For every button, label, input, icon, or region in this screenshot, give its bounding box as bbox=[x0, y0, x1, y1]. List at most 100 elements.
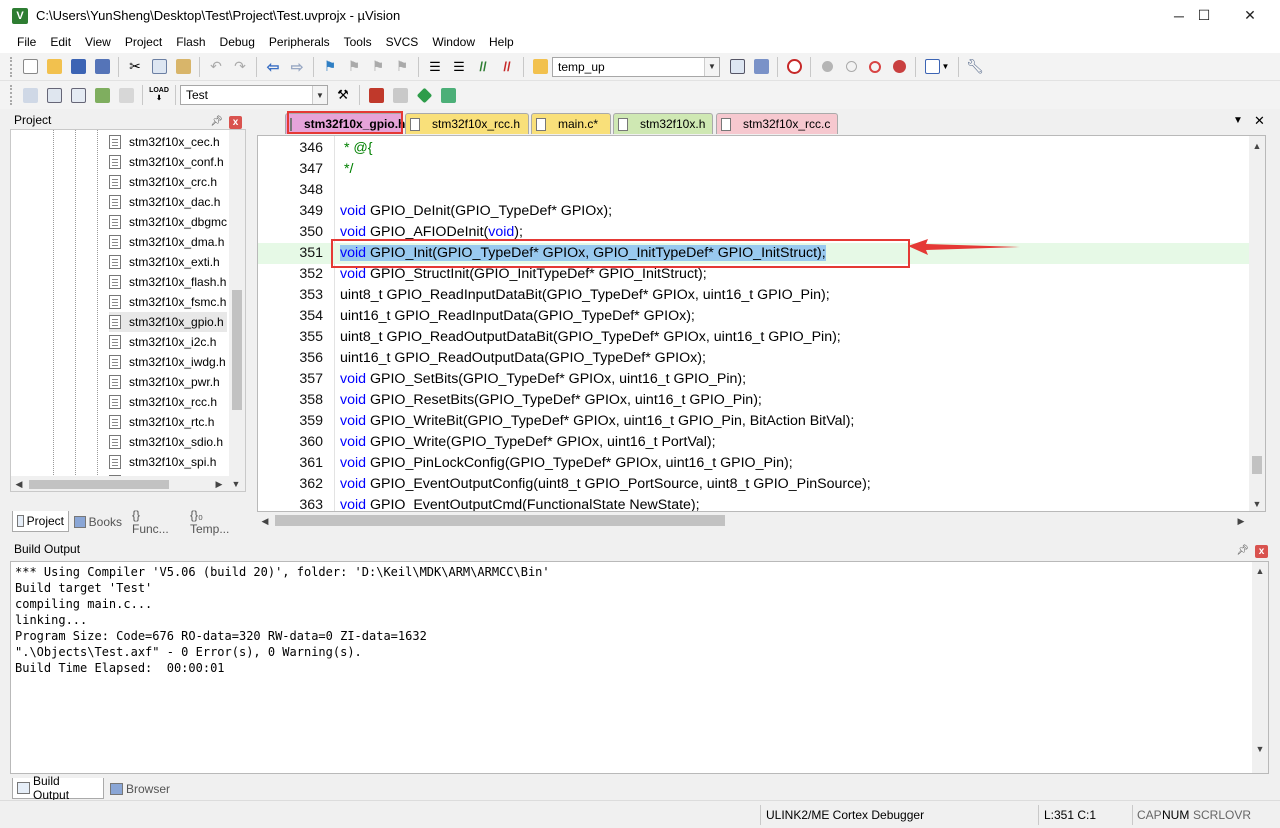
indent-button[interactable]: ☰ bbox=[424, 56, 446, 78]
window-layout-button[interactable]: ▼ bbox=[921, 56, 953, 78]
menu-svcs[interactable]: SVCS bbox=[379, 31, 426, 53]
scroll-down-icon[interactable]: ▼ bbox=[1249, 497, 1265, 511]
build-button[interactable] bbox=[43, 84, 65, 106]
chevron-down-icon[interactable]: ▼ bbox=[704, 57, 719, 76]
tab-build-output[interactable]: Build Output bbox=[12, 774, 104, 802]
tree-item-file[interactable]: stm32f10x_exti.h bbox=[109, 252, 227, 272]
save-all-button[interactable] bbox=[91, 56, 113, 78]
pack-installer-button[interactable] bbox=[437, 84, 459, 106]
tree-item-file[interactable]: stm32f10x_pwr.h bbox=[109, 372, 227, 392]
redo-button[interactable]: ↷ bbox=[229, 56, 251, 78]
menu-edit[interactable]: Edit bbox=[43, 31, 78, 53]
stop-build-button[interactable] bbox=[115, 84, 137, 106]
scroll-down-icon[interactable]: ▼ bbox=[228, 477, 244, 491]
code-line[interactable]: 354 uint16_t GPIO_ReadInputData(GPIO_Type… bbox=[258, 306, 1250, 327]
bookmark-button[interactable]: ⚑ bbox=[319, 56, 341, 78]
code-line[interactable]: 362 void GPIO_EventOutputConfig(uint8_t G… bbox=[258, 474, 1250, 495]
enable-breakpoint-button[interactable] bbox=[840, 56, 862, 78]
tab-list-dropdown-icon[interactable]: ▼ bbox=[1233, 115, 1243, 126]
output-vscrollbar[interactable]: ▲ ▼ bbox=[1252, 562, 1268, 773]
find-combo[interactable]: temp_up ▼ bbox=[552, 56, 720, 77]
editor-tab-rcc-c[interactable]: stm32f10x_rcc.c bbox=[716, 113, 838, 134]
tree-item-file[interactable]: stm32f10x_crc.h bbox=[109, 172, 227, 192]
scroll-up-icon[interactable]: ▲ bbox=[1249, 139, 1265, 153]
code-line[interactable]: 359 void GPIO_WriteBit(GPIO_TypeDef* GPIO… bbox=[258, 411, 1250, 432]
code-line[interactable]: 356 uint16_t GPIO_ReadOutputData(GPIO_Typ… bbox=[258, 348, 1250, 369]
clear-bookmarks-button[interactable]: ⚑ bbox=[391, 56, 413, 78]
tree-item-file[interactable]: stm32f10x_fsmc.h bbox=[109, 292, 227, 312]
code-line[interactable]: 346 * @{ bbox=[258, 138, 1250, 159]
prev-bookmark-button[interactable]: ⚑ bbox=[343, 56, 365, 78]
code-line[interactable]: 347 */ bbox=[258, 159, 1250, 180]
copy-button[interactable] bbox=[148, 56, 170, 78]
download-button[interactable]: LOAD ⬇ bbox=[148, 84, 170, 106]
tab-project[interactable]: Project bbox=[12, 511, 69, 532]
menu-window[interactable]: Window bbox=[425, 31, 482, 53]
code-line[interactable]: 348 bbox=[258, 180, 1250, 201]
next-bookmark-button[interactable]: ⚑ bbox=[367, 56, 389, 78]
find-in-files-button[interactable] bbox=[529, 56, 551, 78]
code-line[interactable]: 349 void GPIO_DeInit(GPIO_TypeDef* GPIOx)… bbox=[258, 201, 1250, 222]
paste-button[interactable] bbox=[172, 56, 194, 78]
tab-templates[interactable]: {}₀ Temp... bbox=[186, 508, 246, 536]
editor-vscroll-thumb[interactable] bbox=[1252, 456, 1262, 474]
incremental-find-button[interactable] bbox=[750, 56, 772, 78]
menu-tools[interactable]: Tools bbox=[337, 31, 379, 53]
menu-project[interactable]: Project bbox=[118, 31, 169, 53]
tree-item-file[interactable]: stm32f10x_dac.h bbox=[109, 192, 227, 212]
code-line[interactable]: 353 uint8_t GPIO_ReadInputDataBit(GPIO_Ty… bbox=[258, 285, 1250, 306]
uncomment-button[interactable]: // bbox=[496, 56, 518, 78]
close-icon[interactable]: x bbox=[229, 115, 242, 129]
configure-button[interactable]: 🔧︎ bbox=[964, 56, 986, 78]
scroll-up-icon[interactable]: ▲ bbox=[1252, 564, 1268, 578]
menu-flash[interactable]: Flash bbox=[169, 31, 212, 53]
menu-file[interactable]: File bbox=[10, 31, 43, 53]
unindent-button[interactable]: ☰ bbox=[448, 56, 470, 78]
new-file-button[interactable] bbox=[19, 56, 41, 78]
tree-hscrollbar[interactable]: ◀ ▶ ▼ bbox=[11, 476, 245, 491]
menu-help[interactable]: Help bbox=[482, 31, 521, 53]
scroll-down-icon[interactable]: ▼ bbox=[1252, 742, 1268, 756]
target-combo[interactable]: Test ▼ bbox=[180, 85, 328, 105]
undo-button[interactable]: ↶ bbox=[205, 56, 227, 78]
code-line[interactable]: 357 void GPIO_SetBits(GPIO_TypeDef* GPIOx… bbox=[258, 369, 1250, 390]
menu-view[interactable]: View bbox=[78, 31, 118, 53]
menu-peripherals[interactable]: Peripherals bbox=[262, 31, 337, 53]
insert-breakpoint-button[interactable] bbox=[816, 56, 838, 78]
toolbar-grip[interactable] bbox=[10, 56, 14, 77]
manage-components-button[interactable] bbox=[389, 84, 411, 106]
find-button[interactable] bbox=[726, 56, 748, 78]
tree-item-file[interactable]: stm32f10x_dbgmc bbox=[109, 212, 227, 232]
tree-item-file[interactable]: stm32f10x_flash.h bbox=[109, 272, 227, 292]
comment-button[interactable]: // bbox=[472, 56, 494, 78]
close-icon[interactable]: x bbox=[1255, 544, 1268, 558]
maximize-button[interactable]: ☐ bbox=[1181, 0, 1227, 31]
toolbar-grip[interactable] bbox=[10, 85, 14, 105]
rebuild-button[interactable] bbox=[67, 84, 89, 106]
target-options-button[interactable]: ⚒ bbox=[332, 84, 354, 106]
select-packs-button[interactable] bbox=[413, 84, 435, 106]
disable-breakpoints-button[interactable] bbox=[864, 56, 886, 78]
nav-forward-button[interactable]: ⇨ bbox=[286, 56, 308, 78]
tree-item-file[interactable]: stm32f10x_cec.h bbox=[109, 132, 227, 152]
code-line[interactable]: 360 void GPIO_Write(GPIO_TypeDef* GPIOx, … bbox=[258, 432, 1250, 453]
tree-item-file[interactable]: stm32f10x_rcc.h bbox=[109, 392, 227, 412]
scroll-right-icon[interactable]: ▶ bbox=[211, 477, 227, 491]
tab-books[interactable]: Books bbox=[70, 511, 126, 532]
close-editor-icon[interactable]: ✕ bbox=[1254, 113, 1265, 129]
editor-hscroll-thumb[interactable] bbox=[275, 515, 725, 526]
kill-breakpoints-button[interactable] bbox=[888, 56, 910, 78]
debug-session-button[interactable] bbox=[783, 56, 805, 78]
scroll-right-icon[interactable]: ▶ bbox=[1233, 514, 1249, 528]
open-button[interactable] bbox=[43, 56, 65, 78]
menu-debug[interactable]: Debug bbox=[213, 31, 262, 53]
editor-vscrollbar[interactable]: ▲ ▼ bbox=[1249, 136, 1265, 511]
code-line[interactable]: 355 uint8_t GPIO_ReadOutputDataBit(GPIO_T… bbox=[258, 327, 1250, 348]
tree-item-file[interactable]: stm32f10x_i2c.h bbox=[109, 332, 227, 352]
build-output-panel[interactable]: *** Using Compiler 'V5.06 (build 20)', f… bbox=[10, 561, 1269, 774]
tab-functions[interactable]: {} Func... bbox=[128, 508, 184, 536]
tree-item-file[interactable]: stm32f10x_iwdg.h bbox=[109, 352, 227, 372]
tree-item-file[interactable]: stm32f10x_dma.h bbox=[109, 232, 227, 252]
editor-hscrollbar[interactable]: ◀ ▶ bbox=[257, 512, 1266, 529]
cut-button[interactable]: ✂ bbox=[124, 56, 146, 78]
